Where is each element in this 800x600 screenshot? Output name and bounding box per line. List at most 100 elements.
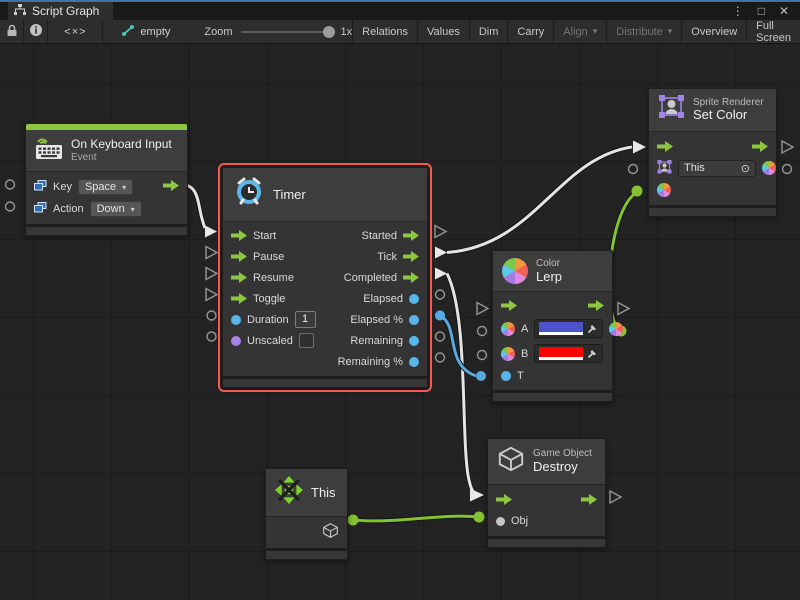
distribute-dropdown[interactable]: Distribute <box>606 20 681 44</box>
close-icon[interactable]: ✕ <box>774 4 794 18</box>
node-category: Color <box>536 258 562 270</box>
node-subtitle: Event <box>71 152 172 164</box>
a-port-label: A <box>521 323 528 335</box>
flow-output-arrow-icon <box>581 494 597 505</box>
sprite-port-icon[interactable] <box>657 160 672 177</box>
color-b-field[interactable] <box>534 344 603 363</box>
lock-icon <box>6 24 18 40</box>
align-dropdown[interactable]: Align <box>553 20 606 44</box>
graph-toolbar: <×> empty Zoom 1x Relations Values Dim C… <box>0 20 800 44</box>
node-title: On Keyboard Input <box>71 138 172 152</box>
gameobject-port-icon[interactable] <box>322 522 339 542</box>
value-port-dot[interactable] <box>409 357 419 367</box>
node-footer <box>493 390 612 401</box>
zoom-control: Zoom 1x <box>204 26 352 38</box>
sprite-renderer-icon <box>658 95 685 125</box>
node-title: Set Color <box>693 108 764 123</box>
lock-button[interactable] <box>0 20 24 44</box>
b-port-label: B <box>521 348 528 360</box>
flow-input-arrow-icon <box>231 293 247 304</box>
color-b-swatch[interactable] <box>539 347 583 360</box>
graph-pointer-icon <box>121 24 135 40</box>
node-timer[interactable]: Timer Start Started Pause Tick Resume Co… <box>222 167 428 388</box>
fullscreen-button[interactable]: Full Screen <box>746 20 800 44</box>
color-wheel-icon <box>502 258 528 284</box>
node-on-keyboard-input[interactable]: On Keyboard Input Event Key Space <box>25 123 188 236</box>
color-port-icon[interactable] <box>657 183 671 197</box>
flow-output-arrow-icon[interactable] <box>163 180 179 194</box>
values-button[interactable]: Values <box>417 20 469 44</box>
tab-title: Script Graph <box>32 4 99 18</box>
graph-hierarchy-icon <box>14 4 26 18</box>
action-port-label: Action <box>53 203 84 215</box>
obj-port-label: Obj <box>511 515 528 527</box>
flow-input-arrow-icon <box>501 300 517 311</box>
eyedropper-icon <box>587 323 598 334</box>
flow-input-arrow-icon <box>496 494 512 505</box>
node-this[interactable]: This <box>265 468 348 560</box>
tab-script-graph[interactable]: Script Graph <box>8 2 113 20</box>
node-set-color[interactable]: Sprite Renderer Set Color This ⊙ <box>648 88 777 217</box>
action-dropdown[interactable]: Down <box>90 201 142 217</box>
dim-button[interactable]: Dim <box>469 20 508 44</box>
info-button[interactable] <box>24 20 48 44</box>
flow-output-arrow-icon <box>403 251 419 262</box>
key-dropdown[interactable]: Space <box>78 179 133 195</box>
graph-pointer-label: empty <box>140 26 170 38</box>
bool-port-dot[interactable] <box>231 336 241 346</box>
flow-output-arrow-icon <box>403 272 419 283</box>
node-footer <box>649 205 776 216</box>
code-toggle-label: <×> <box>64 26 86 38</box>
window-controls: ⋮ □ ✕ <box>727 2 800 20</box>
keyboard-icon <box>35 135 63 166</box>
color-port-icon[interactable] <box>762 161 776 175</box>
key-port-label: Key <box>53 181 72 193</box>
code-toggle-button[interactable]: <×> <box>48 20 103 44</box>
zoom-label: Zoom <box>204 26 232 38</box>
window-focus-line <box>0 0 800 2</box>
value-port-dot[interactable] <box>409 315 419 325</box>
t-port-label: T <box>517 370 524 382</box>
unscaled-checkbox[interactable] <box>299 333 314 348</box>
color-port-icon[interactable] <box>501 322 515 336</box>
node-title: Timer <box>273 187 306 202</box>
graph-pointer-breadcrumb[interactable]: empty <box>121 24 170 40</box>
node-color-lerp[interactable]: Color Lerp A <box>492 250 613 402</box>
carry-button[interactable]: Carry <box>507 20 553 44</box>
flow-output-arrow-icon <box>403 230 419 241</box>
object-picker-icon[interactable]: ⊙ <box>741 162 750 175</box>
zoom-slider-handle[interactable] <box>323 26 335 38</box>
color-a-field[interactable] <box>534 319 603 338</box>
color-port-icon[interactable] <box>501 347 515 361</box>
overview-button[interactable]: Overview <box>681 20 746 44</box>
node-destroy[interactable]: Game Object Destroy Obj <box>487 438 606 548</box>
flow-input-arrow-icon <box>231 272 247 283</box>
variable-icon <box>34 180 47 194</box>
value-port-dot[interactable] <box>409 336 419 346</box>
flow-input-arrow-icon <box>231 230 247 241</box>
relations-button[interactable]: Relations <box>352 20 417 44</box>
maximize-icon[interactable]: □ <box>753 4 770 18</box>
target-object-field[interactable]: This ⊙ <box>678 160 756 177</box>
variable-icon <box>34 202 47 216</box>
zoom-slider[interactable] <box>241 31 333 33</box>
toolbar-right-group: Relations Values Dim Carry Align Distrib… <box>352 20 800 44</box>
value-port-dot[interactable] <box>501 371 511 381</box>
node-title: This <box>311 485 336 500</box>
flow-output-arrow-icon <box>588 300 604 311</box>
eyedropper-icon <box>587 348 598 359</box>
timer-icon <box>233 177 265 212</box>
value-port-dot[interactable] <box>409 294 419 304</box>
node-footer <box>266 548 347 559</box>
zoom-value: 1x <box>341 26 353 38</box>
value-port-dot[interactable] <box>231 315 241 325</box>
gameobject-icon <box>497 445 525 478</box>
color-a-swatch[interactable] <box>539 322 583 335</box>
info-icon <box>29 23 43 40</box>
duration-input[interactable]: 1 <box>295 311 316 328</box>
menu-icon[interactable]: ⋮ <box>727 4 749 18</box>
flow-input-arrow-icon <box>657 141 673 152</box>
object-port-dot[interactable] <box>496 517 505 526</box>
self-move-icon <box>275 476 303 509</box>
node-footer <box>26 224 187 235</box>
